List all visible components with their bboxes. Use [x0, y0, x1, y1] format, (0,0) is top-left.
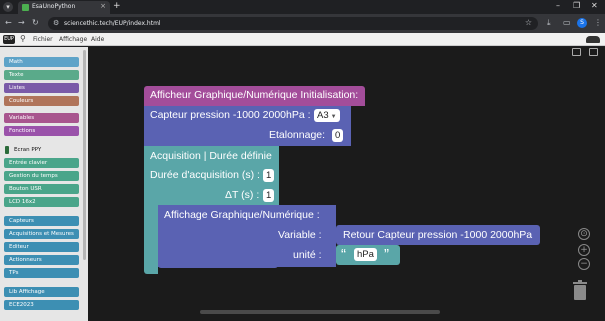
toolbox-category[interactable]: Couleurs [4, 96, 79, 106]
sensor-return-label: Retour Capteur pression -1000 2000hPa [343, 229, 533, 241]
display-block-foot [158, 262, 278, 268]
toolbox-category[interactable]: Listes [4, 83, 79, 93]
toolbox-category[interactable]: Texte [4, 70, 79, 80]
toolbox-category[interactable]: Ecran PPY [4, 145, 79, 155]
dropdown-arrow-icon: ▼ [330, 114, 337, 120]
trash-icon[interactable] [572, 280, 588, 300]
bookmark-star-icon[interactable]: ☆ [525, 18, 532, 27]
favicon-icon [22, 4, 29, 11]
calibration-field[interactable]: 0 [332, 129, 344, 142]
sensor-return-block[interactable]: Retour Capteur pression -1000 2000hPa [336, 225, 540, 245]
toolbox-category[interactable]: Capteurs [4, 216, 79, 226]
toolbox-category[interactable]: Math [4, 57, 79, 67]
tab-title: EsaUnoPython [32, 3, 76, 10]
browser-menu-icon[interactable]: ⋮ [594, 18, 602, 27]
duration-field[interactable]: 1 [263, 169, 275, 182]
dt-label: ΔT (s) : [225, 189, 260, 201]
acquisition-block-foot [144, 266, 158, 274]
tab-close-icon[interactable]: × [100, 2, 106, 10]
sensor-format-value: A3 [317, 110, 329, 121]
variable-label: Variable : [278, 229, 322, 241]
zoom-out-icon[interactable]: − [578, 258, 590, 270]
brand-logo [586, 36, 600, 43]
toolbox-category[interactable]: TPs [4, 268, 79, 278]
quote-close-icon: ” [384, 246, 389, 263]
toolbox-category[interactable]: Variables [4, 113, 79, 123]
download-icon[interactable]: ⤓ [547, 18, 551, 28]
duration-label: Durée d'acquisition (s) : [150, 169, 260, 181]
export-icon[interactable] [589, 48, 598, 56]
toolbox-category[interactable]: Actionneurs [4, 255, 79, 265]
profile-avatar[interactable]: S [577, 18, 587, 28]
init-block-header[interactable]: Afficheur Graphique/Numérique Initialisa… [144, 86, 365, 106]
menu-affichage[interactable]: Affichage [59, 36, 87, 43]
minimize-button[interactable]: – [556, 1, 560, 10]
menu-fichier[interactable]: Fichier [33, 36, 53, 43]
new-tab-button[interactable]: + [113, 1, 121, 11]
address-bar-row: ← → ↻ ⚙ sciencethic.tech/EUP/index.html … [0, 14, 605, 33]
display-title: Affichage Graphique/Numérique : [164, 209, 320, 221]
workspace-hscrollbar[interactable] [200, 310, 440, 314]
toolbox-category[interactable]: Editeur [4, 242, 79, 252]
browser-tab[interactable]: EsaUnoPython × [18, 1, 110, 14]
toolbox-category[interactable]: Acquisitions et Mesures [4, 229, 79, 239]
zoom-in-icon[interactable]: + [578, 244, 590, 256]
fullscreen-icon[interactable] [572, 48, 581, 56]
init-block-body[interactable]: Capteur pression -1000 2000hPa : A3 ▼ Eta… [144, 106, 351, 146]
forward-icon[interactable]: → [18, 18, 25, 27]
toolbox-category[interactable]: ECE2023 [4, 300, 79, 310]
unit-text-field[interactable]: hPa [354, 248, 377, 261]
recenter-icon[interactable]: ⊙ [578, 228, 590, 240]
sensor-label: Capteur pression -1000 2000hPa : [150, 109, 311, 121]
url-input[interactable]: ⚙ sciencethic.tech/EUP/index.html ☆ [48, 17, 538, 30]
toolbox-category[interactable]: Fonctions [4, 126, 79, 136]
acquisition-title: Acquisition | Durée définie [150, 150, 272, 162]
app-menubar: EUP ⚲ Fichier Affichage Aide [0, 33, 605, 46]
url-text: sciencethic.tech/EUP/index.html [64, 20, 161, 27]
toolbox-category[interactable]: Gestion du temps [4, 171, 79, 181]
sensor-format-dropdown[interactable]: A3 ▼ [314, 109, 340, 122]
toolbox-category[interactable]: Bouton USR [4, 184, 79, 194]
browser-tab-bar: ▾ EsaUnoPython × + – ❐ ✕ [0, 0, 605, 14]
menu-aide[interactable]: Aide [91, 36, 104, 43]
app-logo: EUP [3, 35, 15, 44]
toolbox-category[interactable]: Entrée clavier [4, 158, 79, 168]
back-icon[interactable]: ← [5, 18, 12, 27]
toolbox-category[interactable]: LCD 16x2 [4, 197, 79, 207]
maximize-button[interactable]: ❐ [573, 1, 580, 10]
quote-open-icon: “ [341, 246, 346, 263]
display-block[interactable]: Affichage Graphique/Numérique : Variable… [158, 205, 336, 267]
toolbox-category[interactable]: Lib Affichage [4, 287, 79, 297]
calibration-label: Etalonnage: [269, 129, 326, 141]
extensions-icon[interactable]: ▭ [563, 18, 571, 27]
unit-label: unité : [293, 249, 322, 261]
dt-field[interactable]: 1 [263, 189, 275, 202]
close-window-button[interactable]: ✕ [591, 1, 598, 10]
init-block-title: Afficheur Graphique/Numérique Initialisa… [150, 89, 359, 101]
unit-string-block[interactable]: “ hPa ” [336, 245, 400, 265]
tab-search-icon[interactable]: ▾ [3, 2, 13, 12]
site-info-icon[interactable]: ⚙ [53, 19, 59, 27]
reload-icon[interactable]: ↻ [32, 18, 39, 27]
toolbox-scrollbar[interactable] [83, 50, 86, 260]
settings-icon[interactable]: ⚲ [20, 34, 26, 43]
